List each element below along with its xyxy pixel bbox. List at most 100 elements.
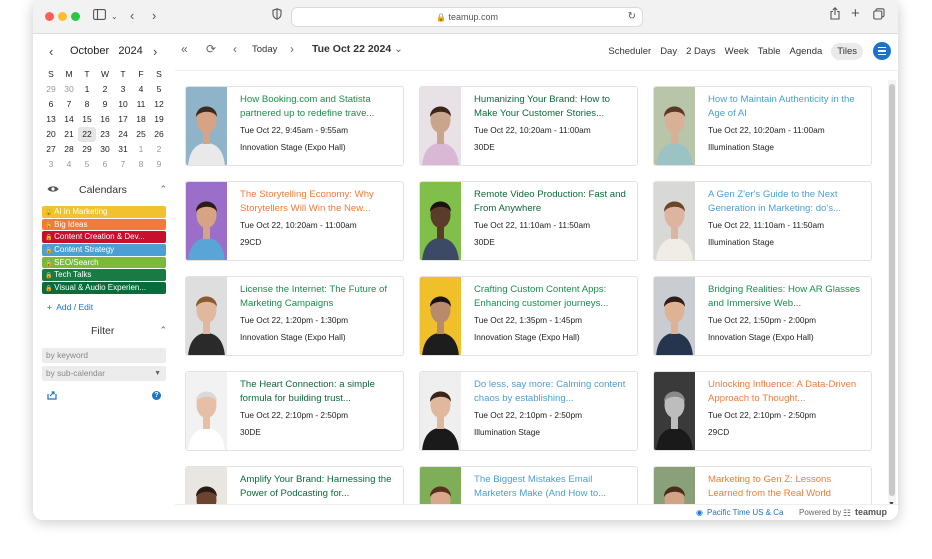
event-tile[interactable]: The Storytelling Economy: Why Storytelle… xyxy=(185,181,404,261)
teamup-brand[interactable]: teamup xyxy=(855,507,887,517)
calendar-day[interactable]: 12 xyxy=(150,97,168,112)
event-title[interactable]: How Booking.com and Statista partnered u… xyxy=(240,93,398,121)
calendar-day[interactable]: 21 xyxy=(60,127,78,142)
event-title[interactable]: The Biggest Mistakes Email Marketers Mak… xyxy=(474,473,632,501)
event-tile[interactable]: A Gen Z'er's Guide to the Next Generatio… xyxy=(653,181,872,261)
calendar-day[interactable]: 10 xyxy=(114,97,132,112)
calendar-day[interactable]: 2 xyxy=(96,82,114,97)
prev-period-icon[interactable]: ‹ xyxy=(233,42,237,56)
calendar-day[interactable]: 4 xyxy=(60,157,78,172)
event-tile[interactable]: License the Internet: The Future of Mark… xyxy=(185,276,404,356)
event-title[interactable]: Amplify Your Brand: Harnessing the Power… xyxy=(240,473,398,501)
current-date-picker[interactable]: Tue Oct 22 2024 ⌄ xyxy=(312,43,403,55)
event-title[interactable]: Marketing to Gen Z: Lessons Learned from… xyxy=(708,473,866,501)
address-bar[interactable]: 🔒 teamup.com ↻ xyxy=(291,7,643,27)
calendar-day[interactable]: 27 xyxy=(42,142,60,157)
event-title[interactable]: Remote Video Production: Fast and From A… xyxy=(474,188,632,216)
teamup-logo-icon[interactable]: ☷ xyxy=(843,508,851,519)
view-tab-scheduler[interactable]: Scheduler xyxy=(608,46,651,57)
event-tile[interactable]: Unlocking Influence: A Data-Driven Appro… xyxy=(653,371,872,451)
calendar-day[interactable]: 5 xyxy=(78,157,96,172)
subcalendar-item[interactable]: 🔒 SEO/Search xyxy=(42,256,166,269)
calendar-day[interactable]: 16 xyxy=(96,112,114,127)
calendar-day[interactable]: 23 xyxy=(96,127,114,142)
event-title[interactable]: The Storytelling Economy: Why Storytelle… xyxy=(240,188,398,216)
calendar-day[interactable]: 20 xyxy=(42,127,60,142)
subcalendar-item[interactable]: 🔒 AI in Marketing xyxy=(42,206,166,218)
close-window-button[interactable] xyxy=(45,12,54,21)
view-tab-tiles[interactable]: Tiles xyxy=(831,42,863,60)
view-tab-table[interactable]: Table xyxy=(758,46,781,57)
event-title[interactable]: Do less, say more: Calming content chaos… xyxy=(474,378,632,406)
calendar-day[interactable]: 3 xyxy=(42,157,60,172)
next-month-icon[interactable]: › xyxy=(153,44,157,59)
calendar-day[interactable]: 1 xyxy=(78,82,96,97)
calendar-day[interactable]: 13 xyxy=(42,112,60,127)
calendar-day[interactable]: 14 xyxy=(60,112,78,127)
calendar-day[interactable]: 15 xyxy=(78,112,96,127)
chevron-down-icon[interactable]: ⌄ xyxy=(111,8,118,26)
view-tab-agenda[interactable]: Agenda xyxy=(790,46,823,57)
calendar-day[interactable]: 28 xyxy=(60,142,78,157)
chevron-up-icon[interactable]: ⌃ xyxy=(159,184,167,195)
forward-icon[interactable]: › xyxy=(152,7,156,25)
refresh-icon[interactable]: ⟳ xyxy=(206,42,216,56)
calendar-day[interactable]: 29 xyxy=(42,82,60,97)
new-tab-icon[interactable]: + xyxy=(851,5,860,23)
view-tab-2-days[interactable]: 2 Days xyxy=(686,46,716,57)
calendar-day[interactable]: 2 xyxy=(150,142,168,157)
timezone-link[interactable]: Pacific Time US & Ca xyxy=(707,508,783,517)
calendar-day[interactable]: 18 xyxy=(132,112,150,127)
calendar-day[interactable]: 9 xyxy=(150,157,168,172)
event-tile[interactable]: Do less, say more: Calming content chaos… xyxy=(419,371,638,451)
calendar-day[interactable]: 26 xyxy=(150,127,168,142)
calendar-day[interactable]: 4 xyxy=(132,82,150,97)
event-tile[interactable]: The Biggest Mistakes Email Marketers Mak… xyxy=(419,466,638,504)
chevron-up-icon[interactable]: ⌃ xyxy=(159,325,167,336)
minimize-window-button[interactable] xyxy=(58,12,67,21)
event-title[interactable]: How to Maintain Authenticity in the Age … xyxy=(708,93,866,121)
scrollbar[interactable]: ▼ xyxy=(888,80,896,508)
prev-month-icon[interactable]: ‹ xyxy=(49,44,53,59)
event-tile[interactable]: Crafting Custom Content Apps: Enhancing … xyxy=(419,276,638,356)
calendar-day[interactable]: 6 xyxy=(42,97,60,112)
eye-icon[interactable] xyxy=(47,185,59,195)
calendar-day[interactable]: 7 xyxy=(114,157,132,172)
event-tile[interactable]: How Booking.com and Statista partnered u… xyxy=(185,86,404,166)
event-title[interactable]: Unlocking Influence: A Data-Driven Appro… xyxy=(708,378,866,406)
calendars-section-header[interactable]: Calendars ⌃ xyxy=(33,184,175,200)
add-edit-link[interactable]: + Add / Edit xyxy=(47,302,93,312)
event-tile[interactable]: Humanizing Your Brand: How to Make Your … xyxy=(419,86,638,166)
event-title[interactable]: The Heart Connection: a simple formula f… xyxy=(240,378,398,406)
calendar-day[interactable]: 6 xyxy=(96,157,114,172)
calendar-day[interactable]: 11 xyxy=(132,97,150,112)
calendar-day[interactable]: 1 xyxy=(132,142,150,157)
scrollbar-thumb[interactable] xyxy=(889,84,895,496)
zoom-window-button[interactable] xyxy=(71,12,80,21)
subcalendar-item[interactable]: 🔒 Big Ideas xyxy=(42,218,166,231)
export-icon[interactable] xyxy=(47,391,57,402)
keyword-filter-input[interactable]: by keyword xyxy=(42,348,166,363)
calendar-day[interactable]: 22 xyxy=(78,127,96,142)
share-icon[interactable] xyxy=(830,7,840,25)
shield-icon[interactable] xyxy=(272,7,282,25)
calendar-day[interactable]: 17 xyxy=(114,112,132,127)
calendar-day[interactable]: 7 xyxy=(60,97,78,112)
calendar-day[interactable]: 8 xyxy=(132,157,150,172)
reload-icon[interactable]: ↻ xyxy=(628,8,636,26)
calendar-day[interactable]: 3 xyxy=(114,82,132,97)
event-title[interactable]: Bridging Realities: How AR Glasses and I… xyxy=(708,283,866,311)
event-title[interactable]: License the Internet: The Future of Mark… xyxy=(240,283,398,311)
next-period-icon[interactable]: › xyxy=(290,42,294,56)
event-title[interactable]: Crafting Custom Content Apps: Enhancing … xyxy=(474,283,632,311)
event-tile[interactable]: How to Maintain Authenticity in the Age … xyxy=(653,86,872,166)
view-tab-week[interactable]: Week xyxy=(725,46,749,57)
collapse-sidebar-icon[interactable]: « xyxy=(181,42,188,56)
subcalendar-item[interactable]: 🔒 Visual & Audio Experien... xyxy=(42,282,166,294)
filter-section-header[interactable]: Filter ⌃ xyxy=(33,325,175,341)
menu-icon[interactable] xyxy=(873,42,891,60)
subcalendar-item[interactable]: 🔒 Content Creation & Dev... xyxy=(42,231,166,243)
event-tile[interactable]: Bridging Realities: How AR Glasses and I… xyxy=(653,276,872,356)
sidebar-toggle-icon[interactable] xyxy=(93,7,106,25)
back-icon[interactable]: ‹ xyxy=(130,7,134,25)
